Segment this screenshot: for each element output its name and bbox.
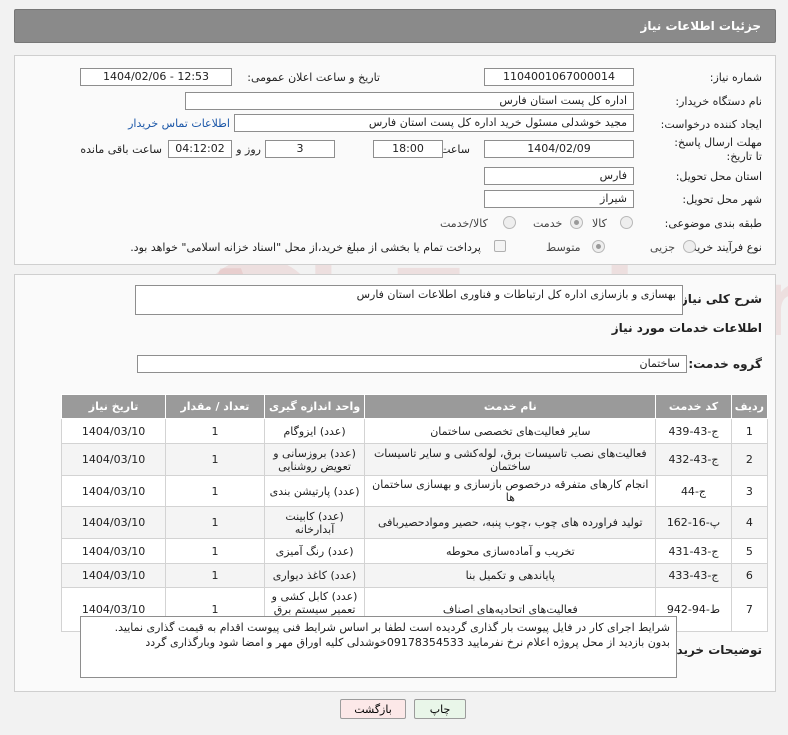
requester-label: ایجاد کننده درخواست: (660, 118, 762, 131)
category-radio-goods[interactable] (620, 216, 633, 229)
category-option-goods-service: کالا/خدمت (440, 217, 488, 230)
city-label: شهر محل تحویل: (682, 193, 762, 206)
cell-row-number: 5 (730, 538, 769, 564)
services-table: ردیف کد خدمت نام خدمت واحد اندازه گیری ت… (60, 394, 769, 632)
category-option-service: خدمت (533, 217, 563, 230)
cell-service-code: ج-43-433 (655, 563, 732, 588)
cell-quantity: 1 (165, 475, 265, 507)
cell-quantity: 1 (165, 418, 265, 444)
cell-service-code: ج-43-431 (655, 538, 732, 564)
page-header: جزئیات اطلاعات نیاز (14, 9, 776, 43)
cell-need-date: 1404/03/10 (60, 563, 167, 588)
cell-service-name: فعالیت‌های نصب تاسیسات برق، لوله‌کشی و س… (364, 443, 657, 476)
category-option-goods: کالا (592, 217, 607, 230)
treasury-payment-checkbox[interactable] (494, 240, 506, 252)
buyer-org-label: نام دستگاه خریدار: (675, 95, 762, 108)
cell-unit: (عدد) بروزسانی و تعویض روشنایی (263, 443, 366, 476)
cell-need-date: 1404/03/10 (60, 443, 167, 476)
summary-label: شرح کلی نیاز: (676, 292, 762, 306)
category-radio-goods-service[interactable] (503, 216, 516, 229)
cell-need-date: 1404/03/10 (60, 418, 167, 444)
summary-field: بهسازی و بازسازی اداره کل ارتباطات و فنا… (135, 285, 683, 315)
buyer-contact-link[interactable]: اطلاعات تماس خریدار (128, 117, 230, 130)
remaining-label: ساعت باقی مانده (80, 143, 162, 156)
table-row: 4 پ-16-162 تولید فراورده های چوب ،چوب پن… (60, 506, 769, 539)
cell-quantity: 1 (165, 506, 265, 539)
process-option-minor: جزیی (650, 241, 676, 254)
deadline-time-field: 18:00 (373, 140, 443, 158)
services-section-title: اطلاعات خدمات مورد نیاز (611, 321, 762, 335)
col-header-need-date: تاریخ نیاز (60, 394, 167, 419)
col-header-unit: واحد اندازه گیری (263, 394, 366, 419)
cell-unit: (عدد) پارتیشن بندی (263, 475, 366, 507)
table-header-row: ردیف کد خدمت نام خدمت واحد اندازه گیری ت… (60, 394, 769, 419)
time-label: ساعت (440, 143, 470, 156)
deadline-label: مهلت ارسال پاسخ: تا تاریخ: (674, 136, 762, 163)
buyer-notes-line-1: شرایط اجرای کار در فایل پیوست بار گذاری … (114, 621, 670, 634)
days-field: 3 (265, 140, 335, 158)
cell-row-number: 6 (730, 563, 769, 588)
province-field: فارس (484, 167, 634, 185)
cell-need-date: 1404/03/10 (60, 475, 167, 507)
buyer-notes-line-2: بدون بازدید از محل پروژه اعلام نرخ نفرما… (145, 636, 670, 649)
treasury-payment-note: پرداخت تمام یا بخشی از مبلغ خرید،از محل … (130, 241, 481, 254)
province-label: استان محل تحویل: (675, 170, 762, 183)
cell-row-number: 2 (730, 443, 769, 476)
cell-service-name: سایر فعالیت‌های تخصصی ساختمان (364, 418, 657, 444)
announce-field: 1404/02/06 - 12:53 (80, 68, 232, 86)
category-label: طبقه بندی موضوعی: (664, 217, 762, 230)
cell-unit: (عدد) کاغذ دیواری (263, 563, 366, 588)
cell-service-name: تولید فراورده های چوب ،چوب پنبه، حصیر وم… (364, 506, 657, 539)
cell-row-number: 3 (730, 475, 769, 507)
cell-service-code: ج-43-439 (655, 418, 732, 444)
remaining-time-field: 04:12:02 (168, 140, 232, 158)
col-header-service-code: کد خدمت (655, 394, 732, 419)
cell-quantity: 1 (165, 538, 265, 564)
category-radio-service[interactable] (570, 216, 583, 229)
cell-row-number: 7 (730, 587, 769, 632)
need-info-panel (14, 55, 776, 265)
table-row: 5 ج-43-431 تخریب و آماده‌سازی محوطه (عدد… (60, 538, 769, 564)
days-label: روز و (236, 143, 261, 156)
col-header-row-number: ردیف (730, 394, 769, 419)
city-field: شیراز (484, 190, 634, 208)
process-radio-medium[interactable] (592, 240, 605, 253)
service-group-label: گروه خدمت: (688, 357, 762, 371)
cell-service-code: ج-43-432 (655, 443, 732, 476)
need-number-field: 1104001067000014 (484, 68, 634, 86)
cell-service-name: پایاندهی و تکمیل بنا (364, 563, 657, 588)
requester-field: مجید خوشدلی مسئول خرید اداره کل پست استا… (234, 114, 634, 132)
table-row: 6 ج-43-433 پایاندهی و تکمیل بنا (عدد) کا… (60, 563, 769, 588)
cell-unit: (عدد) رنگ آمیزی (263, 538, 366, 564)
col-header-quantity: تعداد / مقدار (165, 394, 265, 419)
col-header-service-name: نام خدمت (364, 394, 657, 419)
table-row: 2 ج-43-432 فعالیت‌های نصب تاسیسات برق، ل… (60, 443, 769, 476)
buyer-notes-field: شرایط اجرای کار در فایل پیوست بار گذاری … (80, 616, 677, 678)
cell-service-name: انجام کارهای متفرقه درخصوص بازسازی و بهس… (364, 475, 657, 507)
cell-unit: (عدد) ایزوگام (263, 418, 366, 444)
cell-service-code: پ-16-162 (655, 506, 732, 539)
cell-unit: (عدد) کابینت آبدارخانه (263, 506, 366, 539)
announce-label: تاریخ و ساعت اعلان عمومی: (247, 71, 380, 84)
cell-row-number: 1 (730, 418, 769, 444)
service-group-field: ساختمان (137, 355, 687, 373)
cell-need-date: 1404/03/10 (60, 538, 167, 564)
deadline-date-field: 1404/02/09 (484, 140, 634, 158)
cell-quantity: 1 (165, 443, 265, 476)
page-title: جزئیات اطلاعات نیاز (640, 19, 761, 33)
table-row: 1 ج-43-439 سایر فعالیت‌های تخصصی ساختمان… (60, 418, 769, 444)
cell-need-date: 1404/03/10 (60, 506, 167, 539)
print-button[interactable]: چاپ (414, 699, 466, 719)
cell-quantity: 1 (165, 563, 265, 588)
cell-service-code: ج-44 (655, 475, 732, 507)
back-button[interactable]: بازگشت (340, 699, 406, 719)
need-number-label: شماره نیاز: (709, 71, 762, 84)
table-row: 3 ج-44 انجام کارهای متفرقه درخصوص بازساز… (60, 475, 769, 507)
buyer-org-field: اداره کل پست استان فارس (185, 92, 634, 110)
cell-service-name: تخریب و آماده‌سازی محوطه (364, 538, 657, 564)
process-option-medium: متوسط (546, 241, 581, 254)
cell-row-number: 4 (730, 506, 769, 539)
process-radio-minor[interactable] (683, 240, 696, 253)
